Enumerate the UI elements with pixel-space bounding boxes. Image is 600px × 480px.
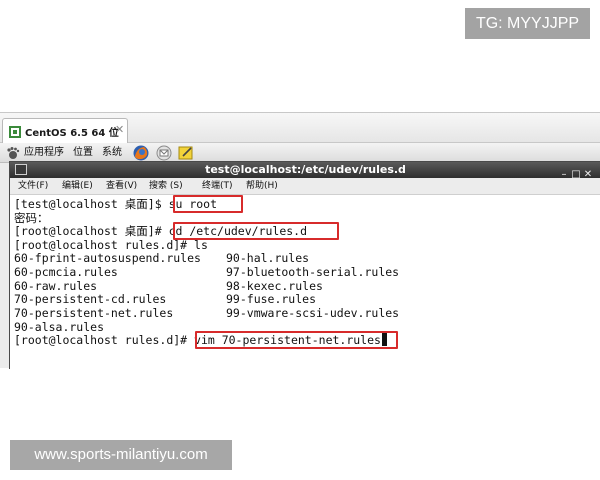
firefox-icon[interactable] <box>132 144 150 162</box>
ls-row: 60-pcmcia.rules 97-bluetooth-serial.rules <box>14 265 399 279</box>
menu-edit[interactable]: 编辑(E) <box>62 180 93 192</box>
terminal-titlebar: test@localhost:/etc/udev/rules.d – □ ✕ <box>10 162 600 180</box>
notes-icon[interactable] <box>177 144 195 162</box>
window-buttons: – □ ✕ <box>558 162 594 180</box>
ls-row: 60-fprint-autosuspend.rules 90-hal.rules <box>14 251 309 265</box>
watermark-bottom: www.sports-milantiyu.com <box>10 440 232 470</box>
vm-icon <box>9 126 21 138</box>
terminal-menubar: 文件(F) 编辑(E) 查看(V) 搜索 (S) 终端(T) 帮助(H) <box>10 178 600 195</box>
terminal-title: test@localhost:/etc/udev/rules.d <box>205 163 406 176</box>
close-icon[interactable]: ✕ <box>115 123 124 136</box>
password-prompt: 密码： <box>14 211 49 225</box>
watermark-top: TG: MYYJJPP <box>465 8 590 39</box>
gnome-foot-icon <box>7 147 20 159</box>
prompt: [root@localhost rules.d]# <box>14 333 195 347</box>
file-name: 70-persistent-net.rules <box>14 306 174 320</box>
file-name: 97-bluetooth-serial.rules <box>226 265 400 279</box>
ls-row: 60-raw.rules 98-kexec.rules <box>14 279 323 293</box>
highlight-box-vim <box>195 331 398 349</box>
highlight-box-cd <box>173 222 339 240</box>
menu-terminal[interactable]: 终端(T) <box>202 180 233 192</box>
highlight-box-su <box>173 195 243 213</box>
file-name: 60-raw.rules <box>14 279 98 293</box>
menu-search[interactable]: 搜索 (S) <box>149 180 183 192</box>
mail-icon[interactable] <box>155 144 173 162</box>
menu-file[interactable]: 文件(F) <box>18 180 48 192</box>
vm-tab-centos[interactable]: CentOS 6.5 64 位 ✕ <box>2 118 128 144</box>
menu-help[interactable]: 帮助(H) <box>246 180 278 192</box>
ls-row: 70-persistent-cd.rules 99-fuse.rules <box>14 292 316 306</box>
ls-row: 90-alsa.rules <box>14 320 104 334</box>
vm-tabbar: CentOS 6.5 64 位 ✕ <box>0 113 600 144</box>
panel-menu-applications[interactable]: 应用程序 <box>24 146 64 160</box>
ls-row: 70-persistent-net.rules 99-vmware-scsi-ud… <box>14 306 399 320</box>
gnome-top-panel: 应用程序 位置 系统 <box>0 143 600 163</box>
prompt: [test@localhost 桌面]$ <box>14 197 169 211</box>
file-name: 60-pcmcia.rules <box>14 265 118 279</box>
prompt: [root@localhost 桌面]# <box>14 224 169 238</box>
file-name: 90-hal.rules <box>226 251 310 265</box>
prompt: [root@localhost rules.d]# <box>14 238 195 252</box>
panel-menu-system[interactable]: 系统 <box>102 146 122 160</box>
terminal-line: [root@localhost rules.d]# ls <box>14 238 208 252</box>
vm-tab-label: CentOS 6.5 64 位 <box>25 128 119 139</box>
file-name: 98-kexec.rules <box>226 279 323 293</box>
panel-menu-places[interactable]: 位置 <box>73 146 93 160</box>
terminal-line: 密码： <box>14 211 49 225</box>
file-name: 99-fuse.rules <box>226 292 317 306</box>
command: ls <box>194 238 208 252</box>
terminal-output[interactable]: [test@localhost 桌面]$ su root 密码： [root@l… <box>10 195 600 370</box>
vm-window: CentOS 6.5 64 位 ✕ 应用程序 位置 系统 test@localh… <box>0 112 600 370</box>
file-name: 60-fprint-autosuspend.rules <box>14 251 201 265</box>
file-name: 99-vmware-scsi-udev.rules <box>226 306 400 320</box>
terminal-window: test@localhost:/etc/udev/rules.d – □ ✕ 文件(… <box>9 161 600 370</box>
file-name: 90-alsa.rules <box>14 320 105 334</box>
file-name: 70-persistent-cd.rules <box>14 292 167 306</box>
menu-view[interactable]: 查看(V) <box>106 180 137 192</box>
